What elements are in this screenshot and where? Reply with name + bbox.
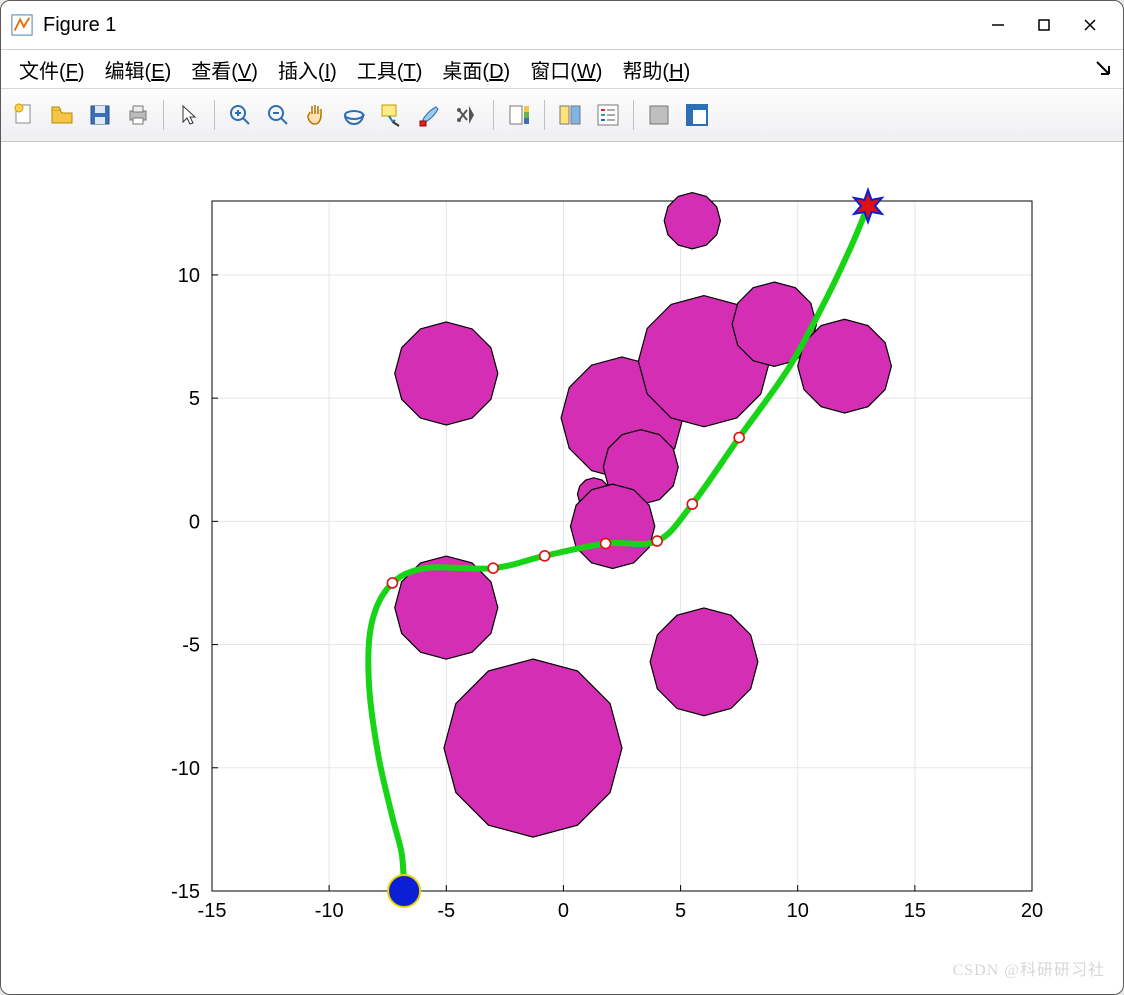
- minimize-button[interactable]: [975, 9, 1021, 41]
- open-icon[interactable]: [45, 98, 79, 132]
- goal-marker: [854, 189, 882, 221]
- zoom-in-icon[interactable]: [223, 98, 257, 132]
- menu-tools[interactable]: 工具(T): [347, 51, 433, 88]
- legend-icon[interactable]: [553, 98, 587, 132]
- obstacle: [395, 321, 498, 424]
- waypoint-marker: [652, 536, 662, 546]
- hide-tools-icon[interactable]: [642, 98, 676, 132]
- waypoint-marker: [488, 563, 498, 573]
- menu-bar: 文件(F) 编辑(E) 查看(V) 插入(I) 工具(T) 桌面(D) 窗口(W…: [1, 50, 1123, 89]
- matlab-icon: [11, 14, 33, 36]
- obstacle: [650, 607, 758, 715]
- axes-container: -15 -10 -5 0 5 10 15 20 -15 -10 -5 0 5 10: [62, 171, 1062, 966]
- start-marker: [388, 875, 420, 907]
- waypoint-marker: [687, 499, 697, 509]
- new-figure-icon[interactable]: [7, 98, 41, 132]
- waypoint-marker: [601, 538, 611, 548]
- menu-help[interactable]: 帮助(H): [612, 51, 700, 88]
- svg-text:5: 5: [675, 900, 686, 922]
- brush-icon[interactable]: [413, 98, 447, 132]
- menu-desktop[interactable]: 桌面(D): [432, 51, 520, 88]
- svg-text:-10: -10: [315, 900, 344, 922]
- svg-text:10: 10: [178, 264, 200, 286]
- dock-arrow-icon[interactable]: [1095, 60, 1113, 84]
- waypoint-marker: [387, 577, 397, 587]
- menu-edit[interactable]: 编辑(E): [95, 51, 182, 88]
- pointer-icon[interactable]: [172, 98, 206, 132]
- pan-icon[interactable]: [299, 98, 333, 132]
- zoom-out-icon[interactable]: [261, 98, 295, 132]
- menu-insert[interactable]: 插入(I): [268, 51, 347, 88]
- insert-legend-icon[interactable]: [591, 98, 625, 132]
- obstacle: [444, 659, 622, 837]
- figure-toolbar: [1, 89, 1123, 142]
- svg-text:15: 15: [904, 900, 926, 922]
- show-tools-icon[interactable]: [680, 98, 714, 132]
- menu-file[interactable]: 文件(F): [9, 51, 95, 88]
- svg-text:10: 10: [787, 900, 809, 922]
- svg-text:-5: -5: [182, 634, 200, 656]
- close-button[interactable]: [1067, 9, 1113, 41]
- menu-view[interactable]: 查看(V): [181, 51, 268, 88]
- waypoint-marker: [734, 432, 744, 442]
- svg-text:-10: -10: [171, 757, 200, 779]
- print-icon[interactable]: [121, 98, 155, 132]
- link-icon[interactable]: [451, 98, 485, 132]
- svg-text:-5: -5: [437, 900, 455, 922]
- figure-window: Figure 1 文件(F) 编辑(E) 查看(V) 插入(I) 工具(T) 桌…: [0, 0, 1124, 995]
- svg-text:0: 0: [189, 511, 200, 533]
- window-title: Figure 1: [43, 14, 116, 37]
- maximize-button[interactable]: [1021, 9, 1067, 41]
- datatip-icon[interactable]: [375, 98, 409, 132]
- svg-text:0: 0: [558, 900, 569, 922]
- svg-text:20: 20: [1021, 900, 1043, 922]
- title-bar: Figure 1: [1, 1, 1123, 50]
- rotate3d-icon[interactable]: [337, 98, 371, 132]
- menu-window[interactable]: 窗口(W): [520, 51, 612, 88]
- svg-text:-15: -15: [198, 900, 227, 922]
- svg-text:-15: -15: [171, 881, 200, 903]
- waypoint-marker: [540, 550, 550, 560]
- axes-area[interactable]: -15 -10 -5 0 5 10 15 20 -15 -10 -5 0 5 10 CSDN @科研研习社: [1, 142, 1123, 994]
- watermark-text: CSDN @科研研习社: [953, 956, 1105, 980]
- colorbar-icon[interactable]: [502, 98, 536, 132]
- svg-text:5: 5: [189, 388, 200, 410]
- save-icon[interactable]: [83, 98, 117, 132]
- axes-svg: -15 -10 -5 0 5 10 15 20 -15 -10 -5 0 5 10: [62, 171, 1062, 961]
